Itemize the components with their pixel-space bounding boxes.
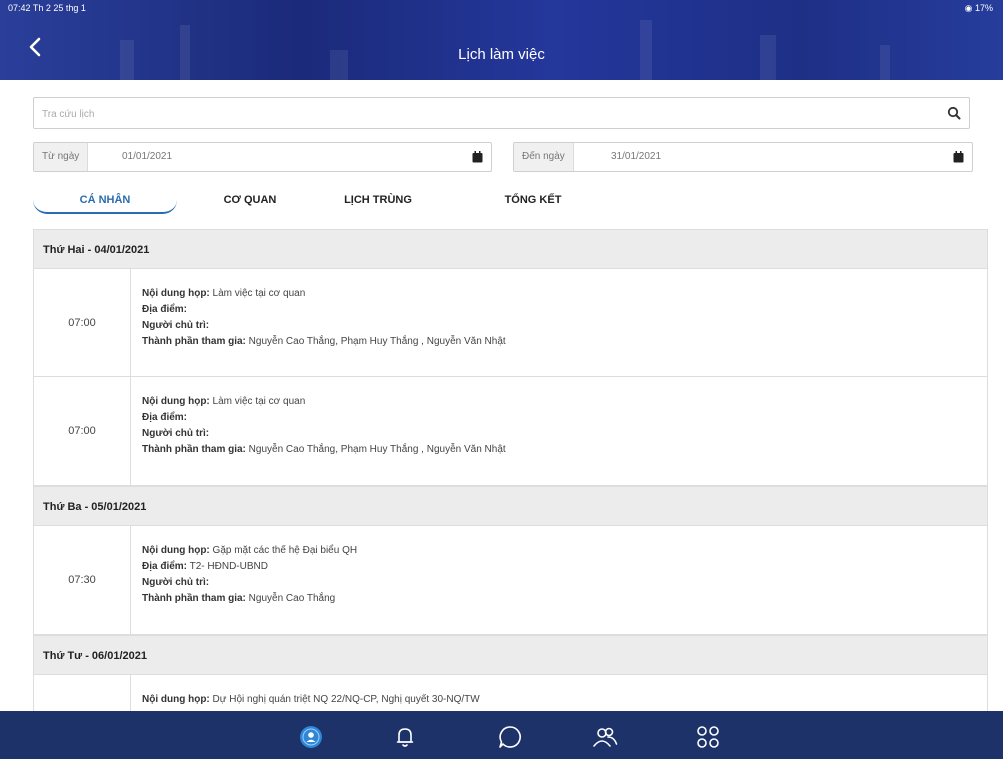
status-time: 07:42 Th 2 25 thg 1 xyxy=(8,3,86,13)
chair-label: Người chủ trì: xyxy=(142,577,210,588)
search-input[interactable] xyxy=(42,104,922,124)
day-header: Thứ Hai - 04/01/2021 xyxy=(33,229,988,269)
date-from-field[interactable]: Từ ngày 01/01/2021 xyxy=(33,142,492,172)
tab-co-quan[interactable]: CƠ QUAN xyxy=(205,186,295,214)
event-row[interactable]: 07:00 Nội dung họp: Làm việc tại cơ quan… xyxy=(33,269,988,377)
chair-label: Người chủ trì: xyxy=(142,320,210,331)
event-participants: Nguyễn Cao Thắng, Phạm Huy Thắng , Nguyễ… xyxy=(248,336,506,347)
date-to-value[interactable]: 31/01/2021 xyxy=(611,143,661,171)
location-label: Địa điểm: xyxy=(142,561,188,572)
tab-ca-nhan[interactable]: CÁ NHÂN xyxy=(33,186,177,214)
nav-notifications[interactable] xyxy=(392,724,418,750)
event-time: 07:00 xyxy=(34,269,131,376)
content-label: Nội dung họp: xyxy=(142,694,210,705)
event-participants-line: Thành phần tham gia: Nguyễn Cao Thắng, P… xyxy=(142,334,987,350)
event-content: Dự Hội nghị quán triệt NQ 22/NQ-CP, Nghị… xyxy=(212,694,480,705)
participants-label: Thành phần tham gia: xyxy=(142,336,246,347)
apps-grid-icon xyxy=(697,726,719,748)
event-content: Làm việc tại cơ quan xyxy=(212,288,306,299)
content-label: Nội dung họp: xyxy=(142,288,210,299)
content-label: Nội dung họp: xyxy=(142,396,210,407)
event-content-line: Nội dung họp: Gặp mặt các thế hệ Đại biể… xyxy=(142,543,987,559)
event-participants-line: Thành phần tham gia: Nguyễn Cao Thắng xyxy=(142,591,987,607)
tab-bar: CÁ NHÂN CƠ QUAN LỊCH TRÙNG TỔNG KẾT xyxy=(33,186,633,216)
user-circle-icon xyxy=(300,726,322,748)
event-participants-line: Thành phần tham gia: Nguyễn Cao Thắng, P… xyxy=(142,442,987,458)
day-header: Thứ Tư - 06/01/2021 xyxy=(33,635,988,675)
chat-icon xyxy=(499,726,521,748)
tab-tong-ket[interactable]: TỔNG KẾT xyxy=(488,186,578,214)
event-details: Nội dung họp: Làm việc tại cơ quan Địa đ… xyxy=(142,377,987,458)
users-icon xyxy=(593,727,618,747)
battery-level: 17% xyxy=(974,3,993,13)
event-row[interactable]: 07:00 Nội dung họp: Làm việc tại cơ quan… xyxy=(33,377,988,486)
participants-label: Thành phần tham gia: xyxy=(142,444,246,455)
nav-apps[interactable] xyxy=(695,724,721,750)
wifi-icon: ◉ xyxy=(964,3,975,13)
event-details: Nội dung họp: Gặp mặt các thế hệ Đại biể… xyxy=(142,526,987,607)
search-bar xyxy=(33,97,970,129)
date-from-label: Từ ngày xyxy=(34,143,89,171)
event-location-line: Địa điểm: xyxy=(142,410,987,426)
event-content-line: Nội dung họp: Làm việc tại cơ quan xyxy=(142,286,987,302)
content-label: Nội dung họp: xyxy=(142,545,210,556)
event-chair-line: Người chủ trì: xyxy=(142,318,987,334)
event-participants: Nguyễn Cao Thắng, Phạm Huy Thắng , Nguyễ… xyxy=(248,444,506,455)
nav-profile[interactable] xyxy=(298,724,324,750)
page-title: Lịch làm việc xyxy=(458,46,545,63)
location-label: Địa điểm: xyxy=(142,412,188,423)
event-location: T2- HĐND-UBND xyxy=(189,561,268,572)
nav-messages[interactable] xyxy=(497,724,523,750)
event-row[interactable]: 07:30 Nội dung họp: Gặp mặt các thế hệ Đ… xyxy=(33,526,988,635)
event-content-line: Nội dung họp: Dự Hội nghị quán triệt NQ … xyxy=(142,692,987,708)
event-content-line: Nội dung họp: Làm việc tại cơ quan xyxy=(142,394,987,410)
event-location-line: Địa điểm: xyxy=(142,302,987,318)
event-time: 07:00 xyxy=(34,377,131,485)
event-details: Nội dung họp: Làm việc tại cơ quan Địa đ… xyxy=(142,269,987,350)
participants-label: Thành phần tham gia: xyxy=(142,593,246,604)
nav-contacts[interactable] xyxy=(592,724,618,750)
search-icon[interactable] xyxy=(947,106,961,120)
event-chair-line: Người chủ trì: xyxy=(142,426,987,442)
schedule-list: Thứ Hai - 04/01/2021 07:00 Nội dung họp:… xyxy=(33,229,988,759)
date-from-value[interactable]: 01/01/2021 xyxy=(122,143,172,171)
date-to-label: Đến ngày xyxy=(514,143,574,171)
calendar-icon[interactable] xyxy=(472,151,483,163)
calendar-icon[interactable] xyxy=(953,151,964,163)
event-participants: Nguyễn Cao Thắng xyxy=(248,593,336,604)
bottom-nav xyxy=(0,711,1003,759)
app-header: 07:42 Th 2 25 thg 1 ◉ 17% Lịch làm việc xyxy=(0,0,1003,80)
day-header: Thứ Ba - 05/01/2021 xyxy=(33,486,988,526)
bell-icon xyxy=(396,728,414,747)
event-details: Nội dung họp: Dự Hội nghị quán triệt NQ … xyxy=(142,675,987,708)
event-location-line: Địa điểm: T2- HĐND-UBND xyxy=(142,559,987,575)
event-content: Gặp mặt các thế hệ Đại biểu QH xyxy=(212,545,358,556)
location-label: Địa điểm: xyxy=(142,304,188,315)
chair-label: Người chủ trì: xyxy=(142,428,210,439)
status-battery: ◉ 17% xyxy=(965,3,993,14)
tab-lich-trung[interactable]: LỊCH TRÙNG xyxy=(323,186,433,214)
event-time: 07:30 xyxy=(34,526,131,634)
date-to-field[interactable]: Đến ngày 31/01/2021 xyxy=(513,142,973,172)
event-content: Làm việc tại cơ quan xyxy=(212,396,306,407)
event-chair-line: Người chủ trì: xyxy=(142,575,987,591)
